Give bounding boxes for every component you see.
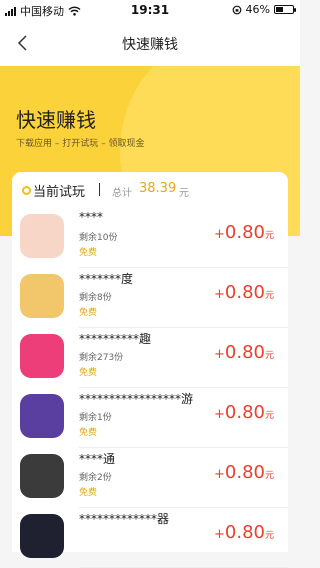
reward-amount: +0.80元: [214, 222, 274, 243]
total-label: 总计: [112, 188, 132, 199]
reward-plus: +: [214, 467, 225, 482]
app-icon: [20, 334, 64, 378]
remaining-count: 剩余1份: [79, 413, 112, 423]
header-divider: [99, 183, 100, 196]
reward-amount: +0.80元: [214, 402, 274, 423]
app-name: ****通: [79, 452, 116, 466]
app-icon: [20, 394, 64, 438]
reward-unit: 元: [264, 291, 274, 301]
reward-value: 0.80: [224, 462, 265, 483]
section-title: 当前试玩: [33, 185, 86, 200]
app-name: *****************游: [79, 392, 194, 406]
task-row[interactable]: *************器 +0.80元: [12, 508, 288, 568]
status-bar: 中国移动 19:31 46%: [0, 0, 300, 20]
banner-subtitle: 下载应用 – 打开试玩 – 领取现金: [16, 139, 145, 149]
price-tag: 免费: [79, 308, 98, 318]
reward-unit: 元: [264, 471, 274, 481]
reward-plus: +: [214, 527, 225, 542]
trial-card: 当前试玩 总计 38.39 元 **** 剩余10份 免费 +0.80元 *******…: [12, 172, 288, 568]
battery-level: [276, 7, 283, 12]
reward-value: 0.80: [224, 282, 265, 303]
remaining-count: 剩余10份: [79, 233, 118, 243]
app-name: **********趣: [79, 332, 152, 346]
remaining-count: 剩余8份: [79, 293, 112, 303]
page-title: 快速赚钱: [122, 37, 178, 53]
price-tag: 免费: [79, 368, 98, 378]
battery-icon: [274, 5, 296, 14]
bullet-icon: [22, 186, 31, 195]
banner-title: 快速赚钱: [16, 108, 96, 132]
task-row[interactable]: **** 剩余10份免费 +0.80元: [12, 208, 288, 268]
battery-percent: 46%: [245, 3, 270, 16]
reward-amount: +0.80元: [214, 282, 274, 303]
reward-amount: +0.80元: [214, 462, 274, 483]
reward-plus: +: [214, 227, 225, 242]
rotation-lock-icon: [232, 5, 241, 14]
reward-value: 0.80: [224, 402, 265, 423]
total-value: 38.39: [139, 181, 177, 196]
navigation-bar: 快速赚钱: [0, 20, 300, 66]
reward-value: 0.80: [224, 222, 265, 243]
price-tag: 免费: [79, 248, 98, 258]
app-name: *************器: [79, 512, 170, 526]
app-icon: [20, 274, 64, 318]
reward-amount: +0.80元: [214, 342, 274, 363]
reward-plus: +: [214, 347, 225, 362]
reward-unit: 元: [264, 411, 274, 421]
reward-plus: +: [214, 287, 225, 302]
price-tag: 免费: [79, 428, 98, 438]
app-icon: [20, 514, 64, 558]
remaining-count: 剩余2份: [79, 473, 112, 483]
app-name: ****: [79, 210, 103, 224]
price-tag: 免费: [79, 488, 98, 498]
app-icon: [20, 214, 64, 258]
app-icon: [20, 454, 64, 498]
task-row[interactable]: **********趣剩余273份 免费 +0.80元: [12, 328, 288, 388]
reward-unit: 元: [264, 351, 274, 361]
app-name: *******度: [79, 272, 134, 286]
task-row[interactable]: *****************游剩余1份免费 +0.80元: [12, 388, 288, 448]
reward-plus: +: [214, 407, 225, 422]
status-right: 46%: [232, 3, 296, 16]
reward-value: 0.80: [224, 342, 265, 363]
total-unit: 元: [179, 188, 189, 199]
reward-unit: 元: [264, 231, 274, 241]
remaining-count: 剩余273份: [79, 353, 124, 363]
card-header: 当前试玩 总计 38.39 元: [12, 172, 288, 206]
task-row[interactable]: *******度剩余8份免费 +0.80元: [12, 268, 288, 328]
task-row[interactable]: ****通剩余2份免费 +0.80元: [12, 448, 288, 508]
